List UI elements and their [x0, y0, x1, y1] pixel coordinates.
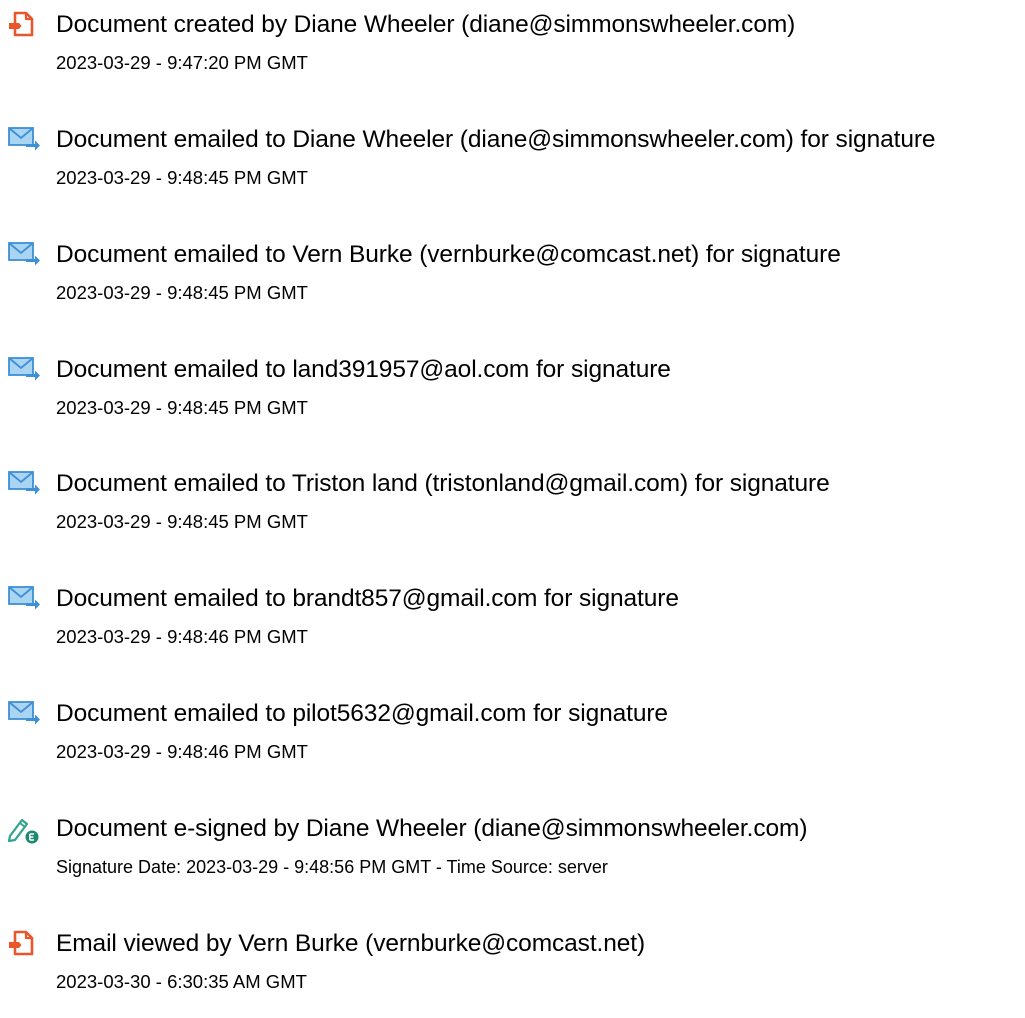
entry-event-text: Document emailed to Triston land (tristo… [56, 470, 830, 497]
entry-timestamp: 2023-03-29 - 9:48:45 PM GMT [56, 167, 308, 188]
entry-event-text: Document emailed to pilot5632@gmail.com … [56, 700, 668, 727]
entry-timestamp: 2023-03-29 - 9:48:45 PM GMT [56, 397, 308, 418]
entry-event-text: Email viewed by Vern Burke (vernburke@co… [56, 930, 646, 957]
audit-entry: Document emailed to Vern Burke (vernburk… [0, 239, 1025, 329]
entry-timestamp: 2023-03-30 - 6:30:35 AM GMT [56, 971, 307, 992]
email-sent-icon [6, 584, 46, 614]
entry-timestamp: 2023-03-29 - 9:48:46 PM GMT [56, 626, 308, 647]
entry-timestamp: 2023-03-29 - 9:47:20 PM GMT [56, 52, 308, 73]
audit-entry: Document emailed to brandt857@gmail.com … [0, 583, 1025, 673]
entry-signature-detail: Signature Date: 2023-03-29 - 9:48:56 PM … [56, 857, 608, 877]
audit-entry: Document e-signed by Diane Wheeler (dian… [0, 813, 1025, 903]
audit-entry: Document emailed to pilot5632@gmail.com … [0, 698, 1025, 788]
email-sent-icon [6, 240, 46, 270]
email-sent-icon [6, 125, 46, 155]
audit-entry: Document emailed to Diane Wheeler (diane… [0, 124, 1025, 214]
email-sent-icon [6, 355, 46, 385]
entry-event-text: Document emailed to Diane Wheeler (diane… [56, 126, 936, 153]
email-sent-icon [6, 699, 46, 729]
esign-icon [6, 814, 46, 844]
entry-event-text: Document e-signed by Diane Wheeler (dian… [56, 815, 808, 842]
document-created-icon [6, 10, 46, 40]
entry-event-text: Document created by Diane Wheeler (diane… [56, 11, 796, 38]
audit-entry: Document emailed to Triston land (tristo… [0, 468, 1025, 558]
audit-entry: Document emailed to land391957@aol.com f… [0, 354, 1025, 444]
entry-event-text: Document emailed to land391957@aol.com f… [56, 356, 671, 383]
email-sent-icon [6, 469, 46, 499]
entry-timestamp: 2023-03-29 - 9:48:45 PM GMT [56, 511, 308, 532]
entry-timestamp: 2023-03-29 - 9:48:45 PM GMT [56, 282, 308, 303]
audit-entry: Document created by Diane Wheeler (diane… [0, 9, 1025, 99]
audit-entry: Email viewed by Vern Burke (vernburke@co… [0, 928, 1025, 1018]
entry-timestamp: 2023-03-29 - 9:48:46 PM GMT [56, 741, 308, 762]
entry-event-text: Document emailed to brandt857@gmail.com … [56, 585, 679, 612]
document-viewed-icon [6, 929, 46, 959]
entry-event-text: Document emailed to Vern Burke (vernburk… [56, 241, 841, 268]
